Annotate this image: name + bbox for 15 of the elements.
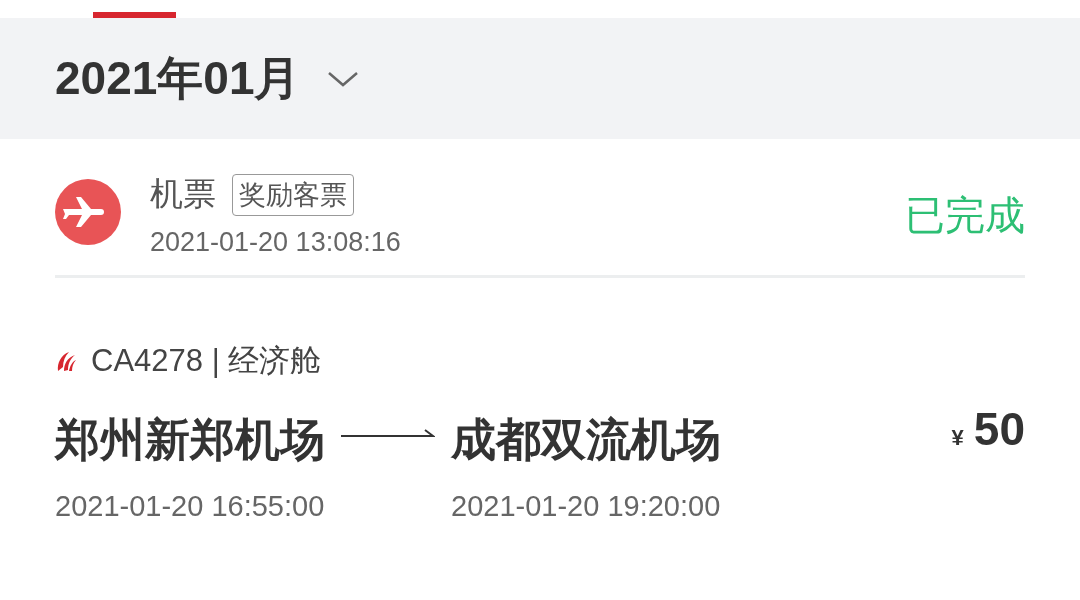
airline-logo-icon: [55, 349, 77, 373]
order-category: 机票: [150, 174, 216, 214]
order-status: 已完成: [905, 191, 1025, 239]
arrival-airport: 成都双流机场: [451, 413, 721, 467]
chevron-down-icon: [326, 69, 359, 88]
arrival-time: 2021-01-20 19:20:00: [451, 490, 721, 523]
month-selector[interactable]: 2021年01月: [55, 47, 359, 110]
ticket-tag: 奖励客票: [232, 173, 354, 216]
order-time: 2021-01-20 13:08:16: [150, 227, 402, 258]
departure-time: 2021-01-20 16:55:00: [55, 490, 325, 523]
currency-symbol: ¥: [951, 425, 964, 451]
price-amount: 50: [973, 402, 1025, 456]
departure-airport: 郑州新郑机场: [55, 413, 325, 467]
flight-info: CA4278 | 经济舱: [91, 342, 322, 380]
airplane-icon: [55, 179, 121, 245]
